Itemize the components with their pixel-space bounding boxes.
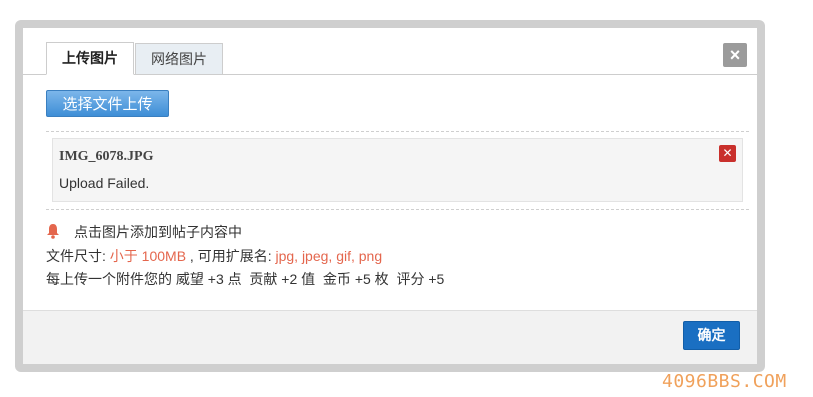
- dialog-frame: 上传图片 网络图片 × 选择文件上传 IMG_6078.JPG Upload F…: [15, 20, 765, 372]
- close-icon[interactable]: ×: [723, 43, 747, 67]
- divider: [46, 131, 749, 132]
- file-limits-line: 文件尺寸: 小于 100MB , 可用扩展名: jpg, jpeg, gif, …: [46, 246, 382, 266]
- tab-bar: 上传图片 网络图片 ×: [23, 28, 757, 75]
- watermark: 4096BBS.COM: [662, 371, 787, 392]
- ext-value: jpg, jpeg, gif, png: [275, 248, 383, 264]
- select-file-upload-button[interactable]: 选择文件上传: [46, 90, 169, 117]
- tab-upload-image[interactable]: 上传图片: [46, 42, 134, 75]
- reward-line: 每上传一个附件您的 威望 +3 点 贡献 +2 值 金币 +5 枚 评分 +5: [46, 271, 445, 287]
- hint-text: 点击图片添加到帖子内容中: [74, 224, 242, 240]
- confirm-button[interactable]: 确定: [683, 321, 740, 350]
- size-label: 文件尺寸:: [46, 248, 110, 264]
- upload-dialog: 上传图片 网络图片 × 选择文件上传 IMG_6078.JPG Upload F…: [23, 28, 757, 364]
- upload-status: Upload Failed.: [59, 175, 150, 191]
- ext-label: , 可用扩展名:: [186, 248, 276, 264]
- dialog-footer: 确定: [23, 310, 757, 364]
- file-name: IMG_6078.JPG: [59, 149, 154, 164]
- hint-line: 点击图片添加到帖子内容中: [46, 222, 242, 242]
- tab-web-image[interactable]: 网络图片: [135, 43, 223, 75]
- size-value: 小于 100MB: [109, 248, 187, 264]
- divider: [46, 209, 749, 210]
- remove-icon[interactable]: ✕: [719, 145, 736, 162]
- file-item: IMG_6078.JPG Upload Failed. ✕: [52, 138, 743, 202]
- bell-icon: [47, 224, 59, 239]
